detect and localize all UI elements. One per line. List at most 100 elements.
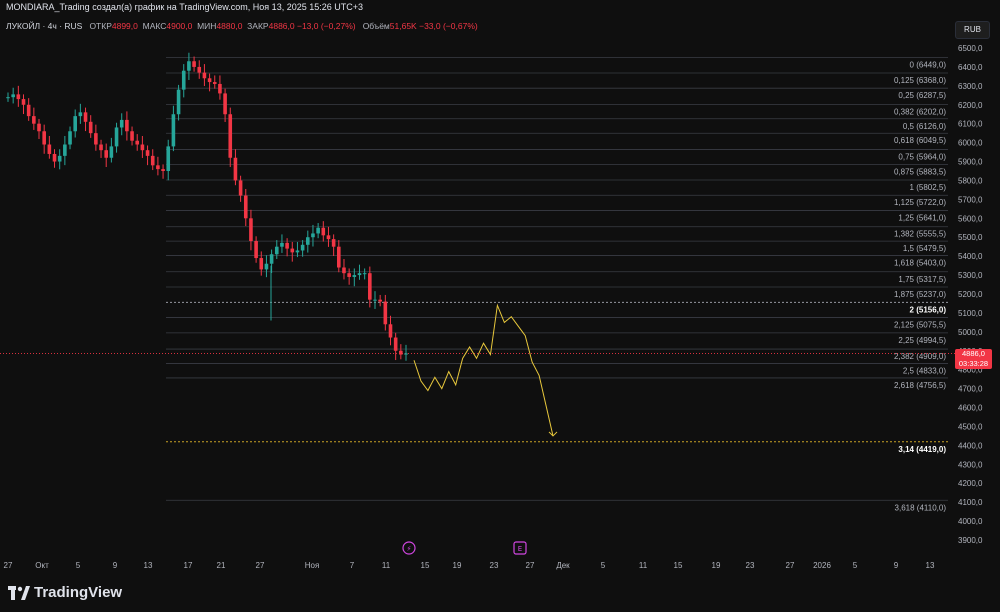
tradingview-logo[interactable]: TradingView	[8, 584, 122, 601]
fib-level-label: 2,25 (4994,5)	[898, 336, 946, 345]
fib-level-label: 0,25 (6287,5)	[898, 91, 946, 100]
price-axis-label: 4200,0	[958, 479, 983, 488]
candle-body	[259, 258, 264, 270]
candle-body	[187, 61, 191, 71]
candle-body	[290, 248, 295, 253]
candle-body	[249, 218, 253, 242]
price-axis-label: 6500,0	[958, 44, 983, 53]
price-axis-label: 6400,0	[958, 63, 983, 72]
candle-body	[140, 144, 145, 151]
candle-body	[37, 123, 41, 132]
time-axis-label: 19	[712, 561, 721, 570]
fib-level-label: 1,125 (5722,0)	[894, 198, 946, 207]
price-axis-label: 4700,0	[958, 385, 983, 394]
candle-body	[223, 93, 227, 115]
candle-body	[63, 144, 67, 156]
fib-level-label: 0,5 (6126,0)	[903, 122, 946, 131]
candle-body	[243, 195, 248, 219]
candle-body	[83, 112, 88, 122]
price-axis-label: 4400,0	[958, 441, 983, 450]
candle-body	[404, 353, 408, 355]
candle-body	[254, 241, 258, 259]
fib-level-label: 0,75 (5964,0)	[898, 152, 946, 161]
candle-body	[238, 180, 243, 196]
candle-body	[368, 273, 372, 300]
time-axis-label: 27	[256, 561, 265, 570]
price-axis-label: 6000,0	[958, 139, 983, 148]
price-chart[interactable]: 6500,0 6400,0 6300,0 6200,0 6100,0 6000,0 5900…	[0, 0, 1000, 574]
time-axis-label: 23	[490, 561, 499, 570]
fib-level-label: 0,125 (6368,0)	[894, 76, 946, 85]
candle-body	[21, 99, 26, 105]
candle-body	[202, 72, 207, 79]
candle-body	[212, 82, 217, 84]
fib-level-label: 1,75 (5317,5)	[898, 275, 946, 284]
candle-body	[52, 153, 57, 162]
candle-body	[73, 116, 77, 132]
earnings-icon-glyph: E	[518, 545, 522, 553]
time-axis-label: 11	[382, 561, 391, 570]
candle-body	[321, 227, 326, 236]
price-axis-label: 5700,0	[958, 195, 983, 204]
time-axis-label: Ноя	[305, 561, 320, 570]
price-axis-label: 5300,0	[958, 271, 983, 280]
candle-body	[274, 246, 279, 255]
candle-body	[104, 150, 109, 158]
candle-body	[47, 144, 52, 154]
price-axis-label: 5800,0	[958, 176, 983, 185]
time-axis-label: 23	[746, 561, 755, 570]
fib-level-label: 0,875 (5883,5)	[894, 168, 946, 177]
time-axis-label: Дек	[556, 561, 570, 570]
time-axis-label: 9	[894, 561, 899, 570]
candle-body	[228, 114, 233, 158]
price-axis-label: 4100,0	[958, 498, 983, 507]
fib-level-label: 2 (5156,0)	[910, 305, 947, 314]
price-axis-label: 4500,0	[958, 422, 983, 431]
candle-body	[156, 165, 160, 170]
time-axis-label: 5	[76, 561, 81, 570]
candle-body	[145, 150, 150, 156]
forecast-path	[413, 303, 554, 437]
footer-bar	[0, 574, 1000, 612]
candle-body	[264, 263, 269, 270]
time-axis-label: 13	[926, 561, 935, 570]
candle-body	[192, 61, 196, 67]
current-price-value: 4886,0	[962, 349, 985, 358]
time-axis-label: 15	[674, 561, 683, 570]
candle-body	[326, 235, 331, 240]
time-axis-label: 15	[421, 561, 430, 570]
candle-body	[94, 133, 98, 145]
price-axis-label: 5900,0	[958, 158, 983, 167]
candle-body	[125, 119, 129, 132]
candle-body	[269, 254, 274, 264]
time-axis-label: 27	[786, 561, 795, 570]
time-axis-label: Окт	[35, 561, 49, 570]
candle-body	[316, 227, 320, 234]
candle-body	[16, 94, 21, 100]
candle-body	[337, 246, 341, 268]
price-axis-label: 4000,0	[958, 517, 983, 526]
candle-body	[99, 144, 103, 151]
fib-level-label: 1,5 (5479,5)	[903, 244, 946, 253]
dividend-icon-glyph: ⚡	[407, 545, 412, 553]
price-axis-label: 3900,0	[958, 536, 983, 545]
fib-level-label: 1,25 (5641,0)	[898, 214, 946, 223]
candle-body	[378, 299, 382, 302]
candle-body	[218, 83, 222, 94]
price-axis-label: 6200,0	[958, 101, 983, 110]
candle-body	[357, 273, 362, 276]
price-axis-label: 5500,0	[958, 233, 983, 242]
candle-body	[114, 127, 119, 147]
fib-level-label: 3,14 (4419,0)	[898, 445, 946, 454]
time-axis-label: 27	[4, 561, 13, 570]
brand-name: TradingView	[34, 584, 123, 601]
candle-body	[388, 324, 393, 338]
candle-body	[88, 121, 93, 134]
price-axis-label: 5200,0	[958, 290, 983, 299]
time-axis-label: 11	[639, 561, 648, 570]
price-axis-label: 6300,0	[958, 82, 983, 91]
price-axis-label: 5400,0	[958, 252, 983, 261]
current-price-tag: 4886,0 03:33:28	[955, 349, 992, 369]
candle-body	[342, 267, 346, 274]
time-axis-label: 2026	[813, 561, 831, 570]
